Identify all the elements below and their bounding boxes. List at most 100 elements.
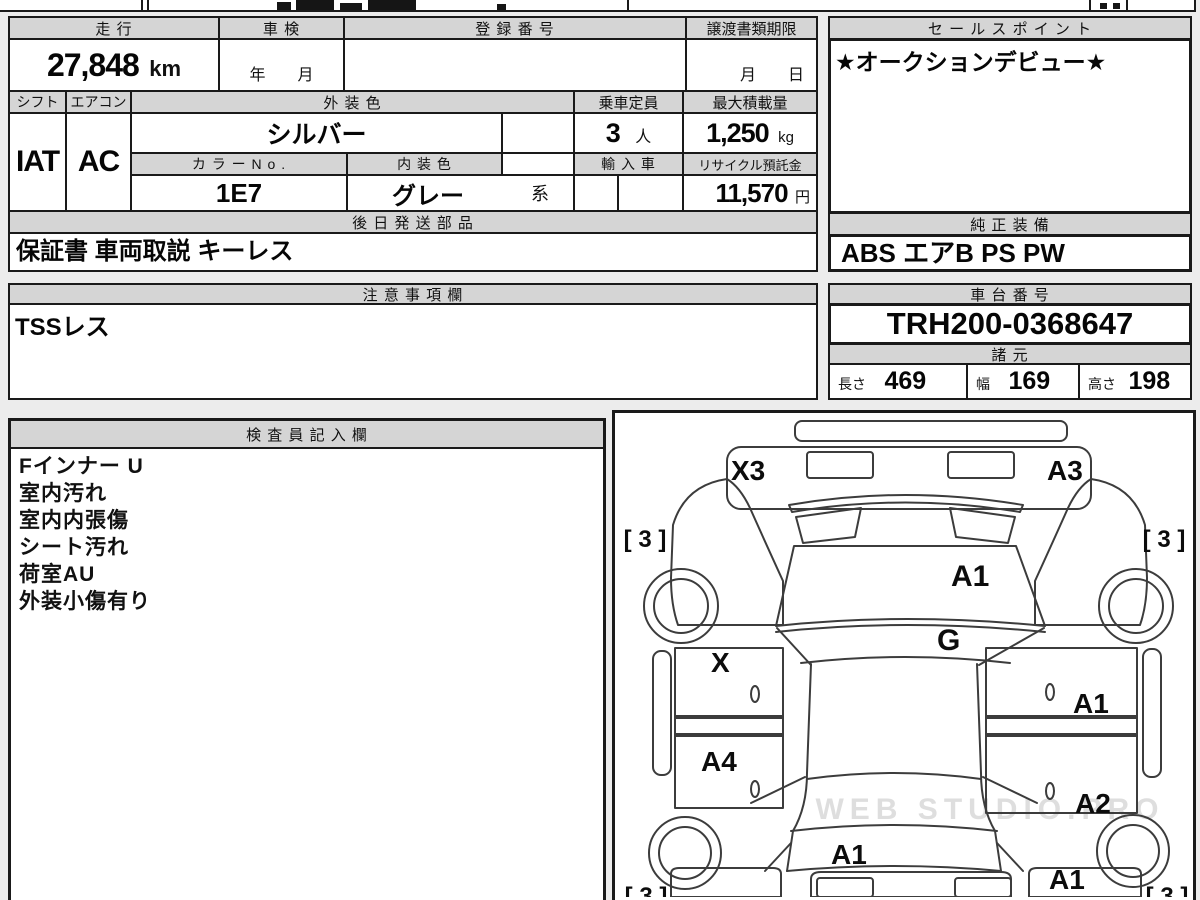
max-load-header: 最大積載量 [682,90,818,114]
car-diagram: WEB STUDIO.PRO X3 A3 [3] [3] A1 G X … [624,420,1188,897]
recycle-cell: 11,570 円 [682,174,818,212]
label-right-door: A1 [1073,688,1109,719]
max-load-cell: 1,250 kg [682,112,818,154]
rear-gate-bottom [786,865,1002,872]
left-rear-handle [750,780,760,798]
mileage-unit: km [149,56,182,81]
divider [147,0,149,10]
inspector-note-item: シート汚れ [19,536,129,559]
label-tire-fr: [ 3 ] [1143,526,1186,553]
import-header: 輸 入 車 [573,152,684,176]
clipped-text-remnant [1113,3,1120,9]
wheel-rear-left-rim [658,826,712,880]
interior-color-sub-header [501,152,575,176]
notes-header: 注 意 事 項 欄 [8,283,818,305]
transfer-deadline-cell: 月 日 [685,38,818,92]
sales-point-box: ★オークションデビュー★ [828,38,1192,214]
divider [1089,0,1091,10]
mileage-value: 27,848 [46,47,140,83]
transfer-deadline-header: 譲渡書類期限 [685,16,818,40]
equipment-header: 純 正 装 備 [828,212,1192,236]
chassis-header: 車 台 番 号 [828,283,1192,305]
capacity-unit: 人 [635,129,652,146]
inspector-note-item: 荷室AU [19,563,96,586]
height-cell: 高さ 198 [1078,363,1192,400]
hood-line-upper [775,624,1046,633]
label-rear-right: A1 [1049,864,1085,895]
notes-value: TSSレス [15,314,110,341]
label-windshield: A1 [951,560,989,593]
mileage-cell: 27,848 km [8,38,220,92]
chassis-cell: TRH200-0368647 [828,303,1192,345]
clipped-top-row [0,0,1196,12]
label-tire-rl: [ 3 ] [625,883,668,897]
specs-header: 諸 元 [828,343,1192,365]
headlight-right [949,507,1016,544]
height-value: 198 [1128,367,1171,395]
shift-cell: IAT [8,112,67,212]
divider [627,0,629,10]
recycle-value: 11,570 [715,178,788,208]
side-rail-left [652,650,672,776]
capacity-header: 乗車定員 [573,90,684,114]
plate-left [806,451,874,479]
inspector-header: 検 査 員 記 入 欄 [11,421,603,449]
recycle-header: リサイクル預託金 [682,152,818,176]
inspector-box: 検 査 員 記 入 欄 Fインナー U 室内汚れ 室内内張傷 シート汚れ 荷室AU 外装… [8,418,606,900]
color-no-cell: 1E7 [130,174,348,212]
wheel-rear-right-rim [1106,824,1160,878]
interior-color-cell: グレー 系 [346,174,575,212]
rear-skirt-right [1028,867,1142,897]
roof-panel [794,420,1068,442]
transfer-value: 月 日 [739,67,804,84]
windshield [775,545,1046,627]
later-parts-header: 後 日 発 送 部 品 [8,210,818,234]
sales-point-header: セ ー ル ス ポ イ ン ト [828,16,1192,40]
divider [1126,0,1128,10]
max-load-value: 1,250 [706,118,770,148]
aircon-cell: AC [65,112,132,212]
mileage-header: 走 行 [8,16,220,40]
rear-plate-left [816,877,874,897]
side-rail-right [1142,648,1162,778]
shaken-header: 車 検 [218,16,345,40]
plate-right [947,451,1015,479]
label-left-door: X [711,647,730,678]
cabin-left-side [786,663,812,872]
hood-line-lower [800,656,1011,664]
import-cell-b [617,174,684,212]
front-fender-left [670,478,784,626]
label-left-rear-panel: A4 [701,746,737,777]
shift-header: シフト [8,90,67,114]
shaken-value: 年 月 [249,67,314,84]
recycle-unit: 円 [794,189,810,206]
label-rear-gate: A1 [831,839,867,870]
inspector-note-item: 室内内張傷 [19,509,129,532]
capacity-value: 3 [605,118,621,148]
registration-header: 登 録 番 号 [343,16,687,40]
length-value: 469 [884,367,927,395]
interior-color-header: 内 装 色 [346,152,503,176]
interior-color-suffix: 系 [531,184,549,204]
notes-box: TSSレス [8,303,818,400]
color-no-header: カ ラ ー N o . [130,152,348,176]
label-right-rear-panel: A2 [1075,788,1111,819]
divider [141,0,143,10]
exterior-color-cell: シルバー [130,112,503,154]
sales-point-value: ★オークションデビュー★ [835,49,1107,75]
later-parts-cell: 保証書 車両取説 キーレス [8,232,818,272]
clipped-text-remnant [277,2,291,10]
rear-bumper [810,871,1012,897]
clipped-text-remnant [497,4,506,10]
capacity-cell: 3 人 [573,112,684,154]
rear-skirt-left [670,867,782,897]
equipment-cell: ABS エアB PS PW [828,234,1192,272]
clipped-text-remnant [1100,3,1107,9]
label-tire-fl: [ 3 ] [624,526,667,553]
clipped-text-remnant [368,0,416,10]
front-fender-right [1034,478,1148,626]
inspector-note-item: 外装小傷有り [19,590,151,613]
rear-plate-right [954,877,1012,897]
wheel-front-right [1098,568,1174,644]
inspector-note-item: 室内汚れ [19,482,107,505]
